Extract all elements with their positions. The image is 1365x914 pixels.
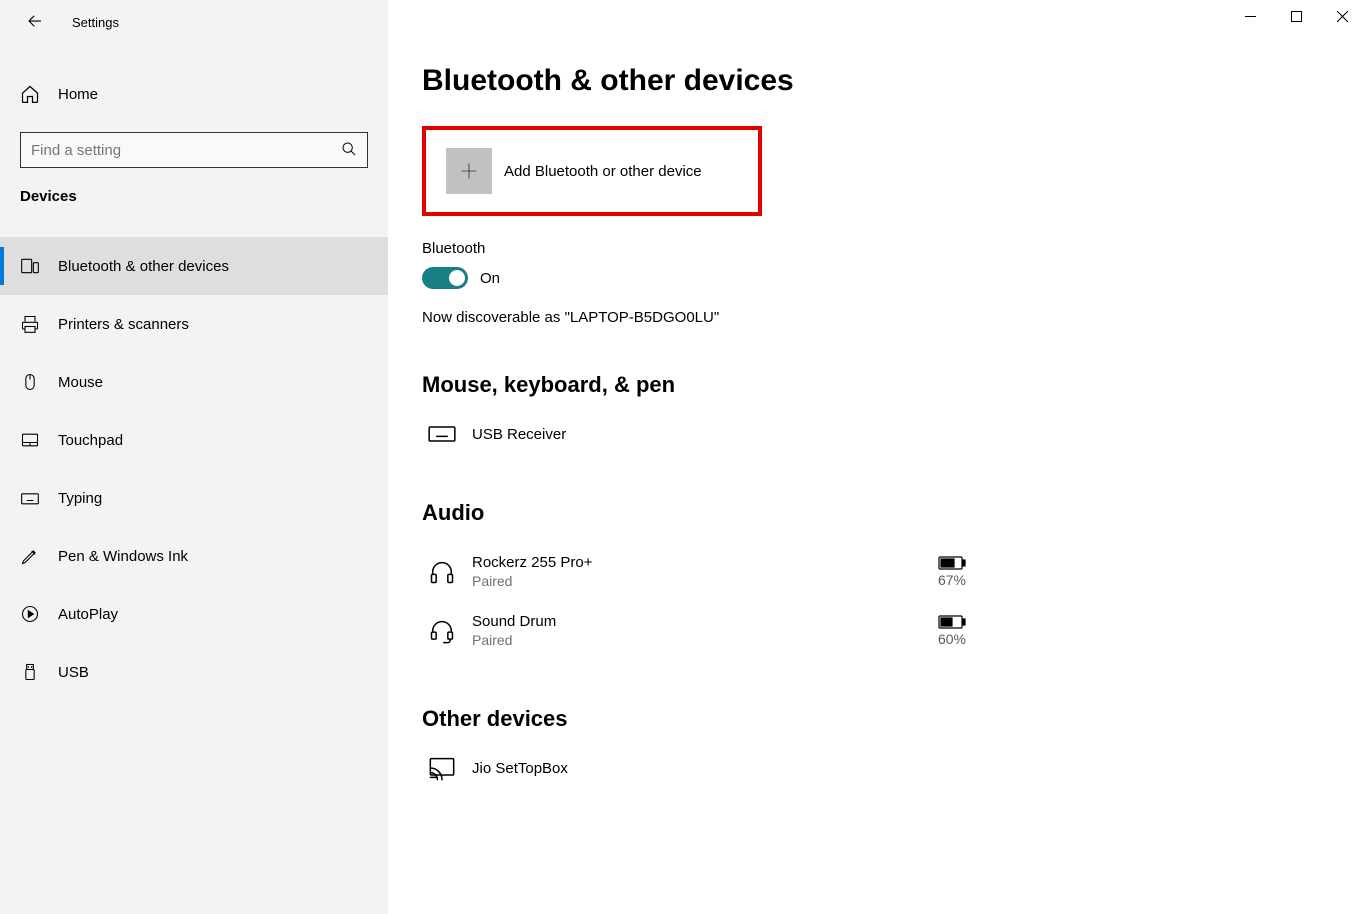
window-controls [1227,0,1365,32]
home-icon [20,84,40,104]
search-box[interactable] [20,132,368,168]
sidebar-item-label: Typing [58,490,102,507]
sidebar: Settings Home Devices Bluetooth & other … [0,0,388,914]
sidebar-item-label: Touchpad [58,432,123,449]
minimize-button[interactable] [1227,0,1273,32]
autoplay-icon [20,604,40,624]
sidebar-item-touchpad[interactable]: Touchpad [0,411,388,469]
device-status: Paired [472,573,922,589]
pen-icon [20,546,40,566]
device-row[interactable]: Jio SetTopBox [422,748,982,788]
category-label: Devices [0,168,388,217]
home-link[interactable]: Home [0,72,388,116]
sidebar-item-mouse[interactable]: Mouse [0,353,388,411]
device-row[interactable]: Sound Drum Paired 60% [422,601,982,660]
section-title: Other devices [422,706,1331,732]
add-device-button[interactable]: Add Bluetooth or other device [422,126,762,216]
keyboard-icon [422,420,462,448]
search-icon [341,141,357,160]
device-name: Sound Drum [472,613,922,630]
sidebar-item-label: Pen & Windows Ink [58,548,188,565]
plus-icon [446,148,492,194]
devices-icon [20,256,40,276]
bluetooth-toggle[interactable] [422,267,468,289]
maximize-button[interactable] [1273,0,1319,32]
battery-percent: 60% [938,631,966,647]
sidebar-item-printers[interactable]: Printers & scanners [0,295,388,353]
battery-percent: 67% [938,572,966,588]
bluetooth-state: On [480,270,500,287]
main-content: Bluetooth & other devices Add Bluetooth … [388,0,1365,914]
sidebar-item-bluetooth[interactable]: Bluetooth & other devices [0,237,388,295]
sidebar-item-label: AutoPlay [58,606,118,623]
section-mouse-keyboard: Mouse, keyboard, & pen USB Receiver [422,372,1331,454]
sidebar-item-pen[interactable]: Pen & Windows Ink [0,527,388,585]
section-audio: Audio Rockerz 255 Pro+ Paired 67% Sound … [422,500,1331,660]
headphones-icon [422,558,462,586]
device-name: USB Receiver [472,426,982,443]
battery-indicator: 67% [922,556,982,588]
home-label: Home [58,86,98,103]
sidebar-item-usb[interactable]: USB [0,643,388,701]
device-status: Paired [472,632,922,648]
printer-icon [20,314,40,334]
battery-indicator: 60% [922,615,982,647]
section-title: Mouse, keyboard, & pen [422,372,1331,398]
device-row[interactable]: Rockerz 255 Pro+ Paired 67% [422,542,982,601]
nav-list: Bluetooth & other devices Printers & sca… [0,237,388,701]
close-button[interactable] [1319,0,1365,32]
section-other: Other devices Jio SetTopBox [422,706,1331,788]
sidebar-item-label: Printers & scanners [58,316,189,333]
sidebar-item-autoplay[interactable]: AutoPlay [0,585,388,643]
usb-sb-icon [20,662,40,682]
device-name: Rockerz 255 Pro+ [472,554,922,571]
section-title: Audio [422,500,1331,526]
device-row[interactable]: USB Receiver [422,414,982,454]
battery-icon [938,615,966,629]
sidebar-item-label: Mouse [58,374,103,391]
sidebar-item-label: USB [58,664,89,681]
bluetooth-toggle-row: On [422,267,1331,289]
cast-icon [422,754,462,782]
device-name: Jio SetTopBox [472,760,982,777]
sidebar-item-label: Bluetooth & other devices [58,258,229,275]
headset-icon [422,617,462,645]
back-icon[interactable] [26,12,44,33]
battery-icon [938,556,966,570]
keyboard-sb-icon [20,488,40,508]
add-device-label: Add Bluetooth or other device [504,163,702,180]
app-title: Settings [72,15,119,30]
touchpad-icon [20,430,40,450]
page-title: Bluetooth & other devices [422,64,1331,98]
discoverable-text: Now discoverable as "LAPTOP-B5DGO0LU" [422,309,1331,326]
search-input[interactable] [31,142,341,159]
bluetooth-label: Bluetooth [422,240,1331,257]
mouse-sb-icon [20,372,40,392]
sidebar-item-typing[interactable]: Typing [0,469,388,527]
sidebar-header: Settings [0,0,388,44]
